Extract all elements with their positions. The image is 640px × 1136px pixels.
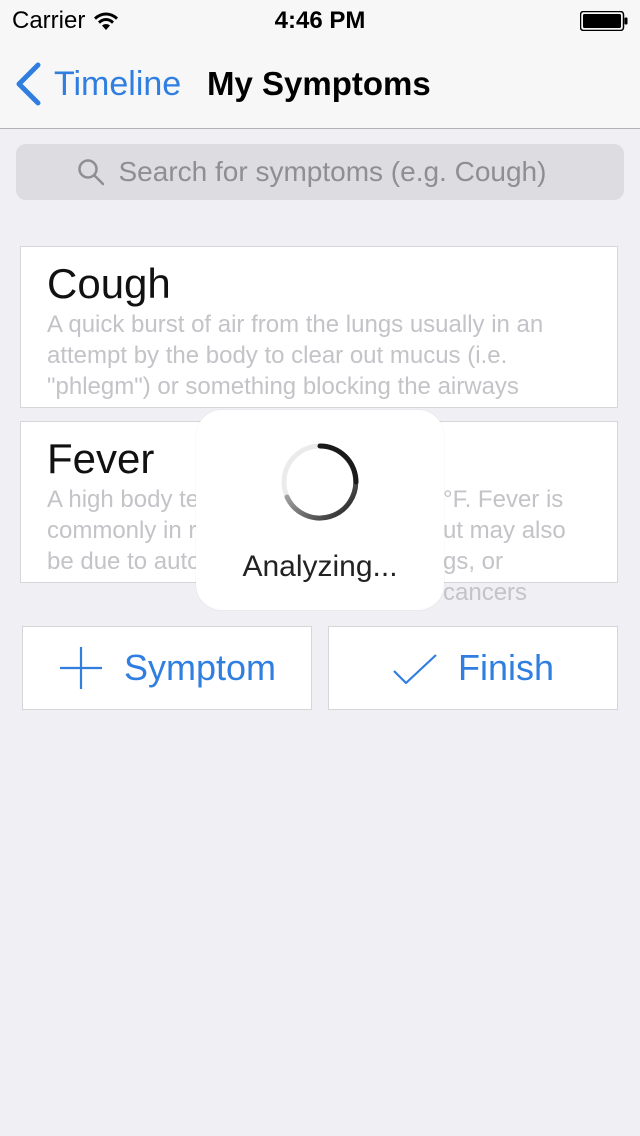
- symptom-card-cough[interactable]: Cough A quick burst of air from the lung…: [20, 246, 618, 408]
- checkmark-icon: [393, 654, 437, 685]
- search-input[interactable]: [118, 156, 564, 188]
- page-title: My Symptoms: [207, 65, 431, 102]
- battery-icon: [580, 11, 628, 31]
- progress-hud: Analyzing...: [196, 410, 444, 610]
- finish-button[interactable]: Finish: [328, 626, 618, 710]
- back-button[interactable]: Timeline: [14, 62, 181, 106]
- symptom-description-fragment: gs, or cancers: [443, 548, 528, 606]
- finish-label: Finish: [457, 647, 555, 688]
- symptom-description-fragment: A high body te: [47, 486, 200, 513]
- symptom-description-fragment: be due to auto: [47, 548, 201, 575]
- search-icon: [77, 159, 104, 186]
- spinner-icon: [281, 443, 359, 521]
- status-bar: Carrier 4:46 PM: [0, 0, 640, 40]
- search-bar[interactable]: [16, 144, 624, 200]
- symptom-description-fragment: ut may also: [443, 517, 566, 544]
- back-button-label: Timeline: [54, 64, 182, 103]
- symptom-title: Cough: [47, 260, 171, 307]
- add-symptom-button[interactable]: Symptom: [22, 626, 312, 710]
- status-time: 4:46 PM: [274, 7, 366, 34]
- chevron-left-icon: [16, 62, 41, 106]
- symptom-description-fragment: °F. Fever is: [443, 486, 564, 513]
- add-symptom-label: Symptom: [123, 647, 277, 688]
- hud-label: Analyzing...: [242, 550, 398, 583]
- symptom-description-fragment: commonly in r: [47, 517, 197, 544]
- symptom-description: A quick burst of air from the lungs usua…: [47, 311, 544, 400]
- navigation-bar: Timeline My Symptoms: [0, 40, 640, 129]
- plus-icon: [59, 647, 102, 689]
